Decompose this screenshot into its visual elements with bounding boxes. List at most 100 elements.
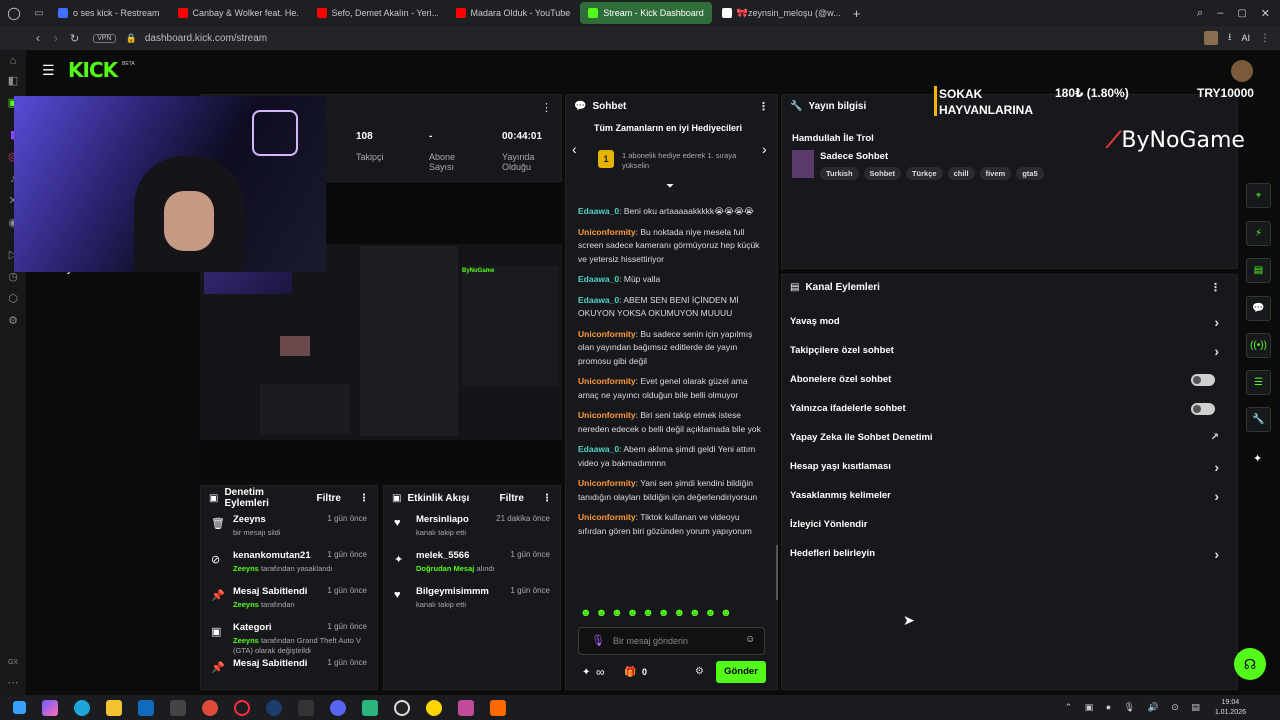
settings-icon[interactable]: ⚙	[6, 314, 20, 328]
tag-chip[interactable]: gta5	[1016, 167, 1044, 180]
more-icon[interactable]: ⋯	[6, 676, 20, 690]
new-tab-button[interactable]: +	[853, 6, 861, 21]
feed-row[interactable]: 📌 Mesaj Sabitlendi 1 gün önce Zeeyns tarafı…	[201, 582, 377, 618]
opera-icon[interactable]	[234, 699, 250, 716]
chrome-icon[interactable]	[202, 699, 218, 716]
rail-chat-button[interactable]: 💬	[1246, 296, 1271, 321]
url-field[interactable]: dashboard.kick.com/stream	[145, 33, 267, 44]
cube-icon[interactable]: ⬡	[6, 292, 20, 306]
chat-message[interactable]: Uniconformity: Yani sen şimdi kendini bi…	[578, 477, 762, 504]
channel-action-row[interactable]: Hedefleri belirleyin ›	[782, 539, 1227, 568]
tag-chip[interactable]: Sohbet	[863, 167, 901, 180]
channel-action-row[interactable]: Hesap yaşı kısıtlaması ›	[782, 452, 1227, 481]
feed-sub-user[interactable]: Zeeyns	[233, 600, 259, 609]
rail-wrench-button[interactable]: 🔧	[1246, 407, 1271, 432]
close-window-button[interactable]: ✕	[1261, 7, 1270, 20]
feed-row[interactable]: ♥ Bilgeymisimmm 1 gün önce kanalı takip ett…	[384, 582, 560, 618]
channel-action-row[interactable]: Yalnızca ifadelerle sohbet	[782, 394, 1227, 423]
toggle-switch[interactable]	[1191, 402, 1215, 415]
history-icon[interactable]: ◷	[6, 270, 20, 284]
chat-message[interactable]: Edaawa_0: Müp valla	[578, 273, 762, 287]
minimize-button[interactable]: –	[1217, 7, 1223, 19]
app3-icon[interactable]	[458, 699, 474, 716]
tag-chip[interactable]: Turkish	[820, 167, 859, 180]
kick-logo[interactable]: KICK	[68, 58, 118, 82]
tag-chip[interactable]: Türkçe	[905, 167, 943, 180]
chat-username[interactable]: Uniconformity	[578, 227, 636, 237]
chat-message[interactable]: Edaawa_0: Abem aklıma şimdi geldi Yeni a…	[578, 443, 762, 470]
chat-username[interactable]: Edaawa_0	[578, 444, 619, 454]
gift-icon[interactable]: 🎁	[624, 667, 636, 678]
chat-message[interactable]: Uniconformity: Bu noktada niye mesela fu…	[578, 226, 762, 267]
chat-username[interactable]: Uniconformity	[578, 376, 636, 386]
feed-row[interactable]: ♥ Mersinliapo 21 dakika önce kanalı takip e…	[384, 510, 560, 546]
activity-filter[interactable]: Filtre	[500, 493, 524, 504]
store-icon[interactable]	[170, 699, 186, 716]
chat-message[interactable]: Edaawa_0: Beni oku artaaaaakkkkk😭😭😭😭	[578, 205, 762, 219]
discord-icon[interactable]	[330, 699, 346, 716]
chat-message[interactable]: Uniconformity: Tiktok kullanan ve videoy…	[578, 511, 762, 538]
channel-action-row[interactable]: Yasaklanmış kelimeler ›	[782, 481, 1227, 510]
explorer-icon[interactable]	[106, 699, 122, 716]
chat-message[interactable]: Uniconformity: Bu sadece senin için yapı…	[578, 328, 762, 369]
rail-camera-button[interactable]: ⌖	[1246, 183, 1271, 208]
chat-settings-icon[interactable]: ⚙	[695, 666, 704, 677]
channel-action-row[interactable]: Abonelere özel sohbet	[782, 365, 1227, 394]
steam-icon[interactable]	[266, 699, 282, 716]
feed-sub-user[interactable]: Doğrudan Mesaj	[416, 564, 474, 573]
activity-more-icon[interactable]: ⋮	[542, 493, 552, 504]
gx-icon[interactable]: GX	[6, 656, 20, 670]
tray-icons[interactable]: ⌃ ▣ ● 🎙 🔊 ⊙ ▤	[1065, 702, 1205, 713]
reload-icon[interactable]: ↻	[70, 32, 79, 45]
chat-message[interactable]: Edaawa_0: ABEM SEN BENİ İÇİNDEN Mİ OKUYO…	[578, 294, 762, 321]
ai-button[interactable]: AI	[1241, 33, 1250, 43]
rail-points-icon[interactable]: ✦	[1253, 452, 1262, 465]
feed-row[interactable]: ⊘ kenankomutan21 1 gün önce Zeeyns tarafınd…	[201, 546, 377, 582]
chat-input[interactable]: 🎙 Bir mesaj gönderin ☺	[578, 627, 765, 655]
home-icon[interactable]: ⌂	[6, 54, 20, 68]
outlook-icon[interactable]	[138, 699, 154, 716]
app-icon[interactable]	[362, 699, 378, 716]
chat-username[interactable]: Uniconformity	[578, 410, 636, 420]
channel-action-row[interactable]: Takipçilere özel sohbet ›	[782, 336, 1227, 365]
chevron-left-icon[interactable]: ‹	[572, 141, 577, 157]
emoji-icon[interactable]: ☺	[745, 634, 755, 645]
start-icon[interactable]	[13, 701, 26, 714]
feed-row[interactable]: ▣ Kategori 1 gün önce Zeeyns tarafından Gra…	[201, 618, 377, 655]
vpn-badge[interactable]: VPN	[93, 33, 116, 43]
channel-actions-more-icon[interactable]: ⋮	[1210, 281, 1221, 294]
feed-row[interactable]: 📌 Mesaj Sabitlendi 1 gün önce	[201, 654, 377, 690]
feed-sub-user[interactable]: Zeeyns	[233, 636, 259, 645]
maximize-button[interactable]: ▢	[1237, 8, 1246, 19]
tab-2[interactable]: Sefo, Demet Akalın - Yeri...	[309, 2, 446, 24]
toggle-switch[interactable]	[1191, 373, 1215, 386]
download-icon[interactable]: ⭳	[1228, 30, 1232, 47]
obs-icon[interactable]	[394, 699, 410, 716]
chat-username[interactable]: Uniconformity	[578, 478, 636, 488]
copilot-icon[interactable]	[42, 699, 58, 716]
feed-row[interactable]: 🗑 Zeeyns 1 gün önce bir mesajı sildi	[201, 510, 377, 546]
rail-doc-button[interactable]: ▤	[1246, 258, 1271, 283]
rail-bolt-button[interactable]: ⚡	[1246, 221, 1271, 246]
tag-chip[interactable]: fivem	[979, 167, 1012, 180]
channel-action-row[interactable]: Yavaş mod ›	[782, 307, 1227, 336]
tab-list-icon[interactable]: ▭	[28, 8, 50, 19]
chat-scrollbar[interactable]	[776, 545, 778, 600]
channel-action-row[interactable]: Yapay Zeka ile Sohbet Denetimi ↗	[782, 423, 1227, 452]
chat-username[interactable]: Edaawa_0	[578, 295, 619, 305]
moderation-more-icon[interactable]: ⋮	[359, 493, 369, 504]
chat-username[interactable]: Uniconformity	[578, 512, 636, 522]
tab-3[interactable]: Madara Olduk - YouTube	[448, 2, 579, 24]
tab-4[interactable]: Stream - Kick Dashboard	[580, 2, 712, 24]
epic-icon[interactable]	[298, 699, 314, 716]
app2-icon[interactable]	[426, 699, 442, 716]
send-button[interactable]: Gönder	[716, 661, 766, 683]
tab-1[interactable]: Canbay & Wolker feat. He...	[170, 2, 307, 24]
back-icon[interactable]: ‹	[36, 31, 40, 45]
support-button[interactable]: ☊	[1234, 648, 1266, 680]
channel-action-row[interactable]: İzleyici Yönlendir	[782, 510, 1227, 539]
rail-list-button[interactable]: ☰	[1246, 370, 1271, 395]
profile-avatar[interactable]	[1203, 31, 1218, 45]
tag-chip[interactable]: chill	[947, 167, 975, 180]
stats-more-icon[interactable]: ⋮	[541, 101, 552, 114]
